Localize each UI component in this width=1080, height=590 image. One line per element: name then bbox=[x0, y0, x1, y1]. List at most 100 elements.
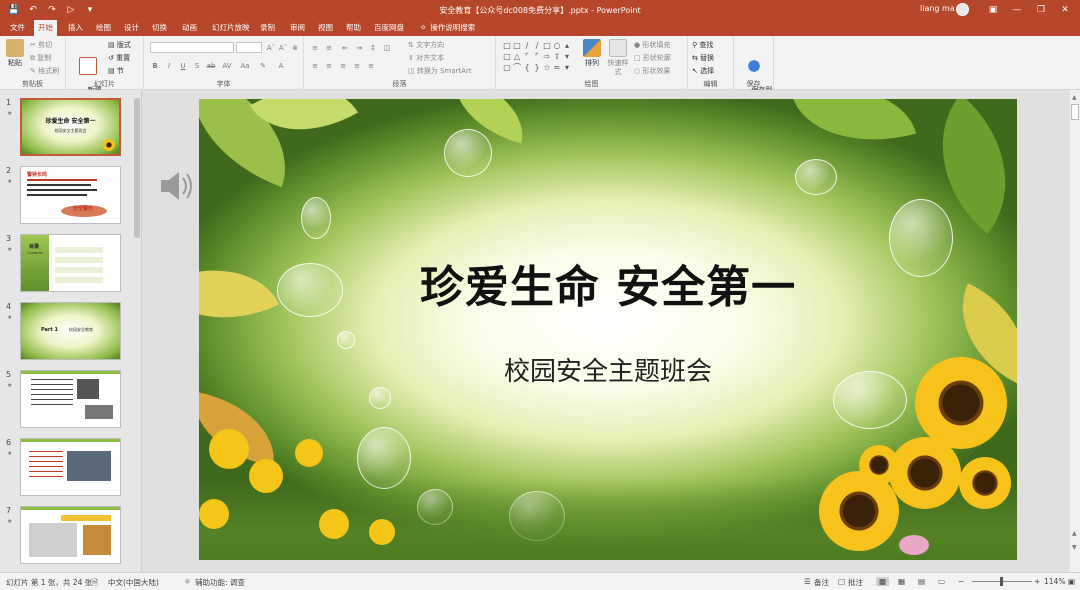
decrease-font-icon[interactable]: Aˇ bbox=[278, 43, 288, 53]
restore-icon[interactable]: ❐ bbox=[1030, 2, 1052, 18]
shape-fill-button[interactable]: ● 形状填充 bbox=[634, 40, 670, 50]
brace2-shape-icon[interactable]: } bbox=[532, 62, 542, 73]
strikethrough-icon[interactable]: ab bbox=[206, 61, 216, 71]
reading-view-icon[interactable]: ▤ bbox=[918, 577, 925, 586]
rect2-shape-icon[interactable]: □ bbox=[502, 51, 512, 62]
line2-shape-icon[interactable]: ∕ bbox=[532, 40, 542, 51]
thumb-4[interactable]: Part 1 校园安全教育 bbox=[20, 302, 121, 360]
thumbnail-scrollbar[interactable] bbox=[133, 90, 141, 572]
select-button[interactable]: ↖ 选择 bbox=[692, 66, 714, 76]
shadow-icon[interactable]: S bbox=[192, 61, 202, 71]
elbow2-shape-icon[interactable]: ⌜ bbox=[532, 51, 542, 62]
justify-icon[interactable]: ≡ bbox=[352, 61, 362, 71]
avatar[interactable] bbox=[956, 3, 969, 16]
zoom-level[interactable]: 114% bbox=[1044, 577, 1065, 586]
tab-draw[interactable]: 绘图 bbox=[92, 20, 115, 36]
convert-smartart-button[interactable]: ◫ 转换为 SmartArt bbox=[408, 66, 472, 76]
line-shape-icon[interactable]: ∕ bbox=[522, 40, 532, 51]
reset-button[interactable]: ↺ 重置 bbox=[108, 53, 130, 63]
curve-shape-icon[interactable]: ⌒ bbox=[512, 62, 522, 73]
scroll-shapes-icon[interactable]: ▾ bbox=[562, 51, 572, 62]
tell-me-search[interactable]: ⚪ 操作说明搜索 bbox=[420, 20, 475, 36]
editor-scrollbar[interactable]: ▲ ▲ ▼ bbox=[1070, 90, 1080, 572]
distributed-icon[interactable]: ≡ bbox=[366, 61, 376, 71]
textbox-shape-icon[interactable]: □ bbox=[502, 40, 512, 51]
zoom-out-icon[interactable]: − bbox=[958, 577, 964, 586]
slide-thumbnail[interactable]: 4 ★ Part 1 校园安全教育 bbox=[0, 302, 132, 362]
font-color-icon[interactable]: A bbox=[276, 61, 286, 71]
slide-thumbnail[interactable]: 5 ★ bbox=[0, 370, 132, 430]
italic-icon[interactable]: I bbox=[164, 61, 174, 71]
slide-thumbnail[interactable]: 7 ★ bbox=[0, 506, 132, 566]
editor-scroll-thumb[interactable] bbox=[1071, 104, 1079, 120]
thumb-7[interactable] bbox=[20, 506, 121, 564]
paste-button[interactable]: 粘贴 bbox=[4, 39, 26, 68]
zoom-slider-handle[interactable] bbox=[1000, 577, 1003, 586]
comments-icon[interactable]: □ bbox=[838, 577, 845, 586]
ribbon-display-options-icon[interactable]: ▣ bbox=[982, 2, 1004, 18]
find-button[interactable]: ⚲ 查找 bbox=[692, 40, 713, 50]
thumb-1[interactable]: 珍爱生命 安全第一 校园安全主题班会 bbox=[20, 98, 121, 156]
replace-button[interactable]: ⇆ 替换 bbox=[692, 53, 714, 63]
scroll-up-icon[interactable]: ▲ bbox=[1072, 94, 1077, 101]
slideshow-view-icon[interactable]: ▭ bbox=[938, 577, 945, 586]
slide-thumbnail[interactable]: 3 ★ 目录 Contents bbox=[0, 234, 132, 294]
arrow2-shape-icon[interactable]: ⇧ bbox=[552, 51, 562, 62]
arrow-shape-icon[interactable]: ⇨ bbox=[542, 51, 552, 62]
notes-icon[interactable]: ☰ bbox=[804, 577, 811, 586]
underline-icon[interactable]: U bbox=[178, 61, 188, 71]
highlight-icon[interactable]: ✎ bbox=[258, 61, 268, 71]
expand-shapes-icon[interactable]: ▾ bbox=[562, 62, 572, 73]
numbering-icon[interactable]: ≡ bbox=[324, 43, 334, 53]
text-direction-button[interactable]: ⇅ 文字方向 bbox=[408, 40, 444, 50]
columns-icon[interactable]: ◫ bbox=[382, 43, 392, 53]
slide-sorter-icon[interactable]: ▦ bbox=[898, 577, 905, 586]
decrease-indent-icon[interactable]: ⇤ bbox=[340, 43, 350, 53]
tab-view[interactable]: 视图 bbox=[314, 20, 337, 36]
shape-effects-button[interactable]: ○ 形状效果 bbox=[634, 66, 670, 76]
arrange-button[interactable]: 排列 bbox=[580, 39, 604, 68]
thumb-5[interactable] bbox=[20, 370, 121, 428]
comments-button[interactable]: 批注 bbox=[848, 577, 863, 588]
clear-formatting-icon[interactable]: ⊗ bbox=[290, 43, 300, 53]
tab-insert[interactable]: 插入 bbox=[64, 20, 87, 36]
slide-thumbnail[interactable]: 6 ★ bbox=[0, 438, 132, 498]
brace-shape-icon[interactable]: { bbox=[522, 62, 532, 73]
tab-file[interactable]: 文件 bbox=[6, 20, 29, 36]
tab-animations[interactable]: 动画 bbox=[178, 20, 201, 36]
prev-slide-icon[interactable]: ▲ bbox=[1072, 530, 1077, 537]
next-slide-icon[interactable]: ▼ bbox=[1072, 544, 1077, 551]
rounded-shape-icon[interactable]: ▢ bbox=[502, 62, 512, 73]
align-left-icon[interactable]: ≡ bbox=[310, 61, 320, 71]
tab-baidu-netdisk[interactable]: 百度网盘 bbox=[370, 20, 408, 36]
current-slide[interactable]: 珍爱生命 安全第一 校园安全主题班会 bbox=[199, 99, 1017, 560]
font-name-box[interactable] bbox=[150, 42, 234, 53]
tab-review[interactable]: 审阅 bbox=[286, 20, 309, 36]
triangle-shape-icon[interactable]: △ bbox=[512, 51, 522, 62]
wave-shape-icon[interactable]: ≈ bbox=[552, 62, 562, 73]
spellcheck-icon[interactable]: 🗎 bbox=[92, 577, 98, 590]
zoom-in-icon[interactable]: + bbox=[1034, 577, 1040, 586]
thumb-6[interactable] bbox=[20, 438, 121, 496]
align-center-icon[interactable]: ≡ bbox=[324, 61, 334, 71]
close-icon[interactable]: ✕ bbox=[1054, 2, 1076, 18]
accessibility-status[interactable]: 辅助功能: 调查 bbox=[195, 577, 245, 588]
textbox-v-shape-icon[interactable]: □ bbox=[512, 40, 522, 51]
slide-title[interactable]: 珍爱生命 安全第一 bbox=[199, 251, 1017, 315]
accessibility-icon[interactable]: ⚛ bbox=[184, 577, 191, 586]
shapes-gallery[interactable]: □ □ ∕ ∕ □ ○ ▴ □ △ ⌜ ⌜ ⇨ ⇧ ▾ ▢ ⌒ { } ☆ ≈ … bbox=[502, 40, 572, 74]
slide-thumbnail[interactable]: 1 ★ 珍爱生命 安全第一 校园安全主题班会 bbox=[0, 98, 132, 158]
more-shapes-icon[interactable]: ▴ bbox=[562, 40, 572, 51]
bold-icon[interactable]: B bbox=[150, 61, 160, 71]
language-status[interactable]: 中文(中国大陆) bbox=[108, 577, 159, 588]
thumb-2[interactable]: 警钟长鸣 安全警示 bbox=[20, 166, 121, 224]
user-name[interactable]: liang ma bbox=[920, 4, 955, 13]
increase-font-icon[interactable]: Aˆ bbox=[266, 43, 276, 53]
thumbnail-scroll-thumb[interactable] bbox=[134, 98, 140, 238]
normal-view-icon[interactable]: ▩ bbox=[876, 577, 890, 586]
char-spacing-icon[interactable]: AV bbox=[222, 61, 232, 71]
font-size-box[interactable] bbox=[236, 42, 262, 53]
star-shape-icon[interactable]: ☆ bbox=[542, 62, 552, 73]
align-text-button[interactable]: ⇕ 对齐文本 bbox=[408, 53, 444, 63]
tab-record[interactable]: 录制 bbox=[256, 20, 279, 36]
